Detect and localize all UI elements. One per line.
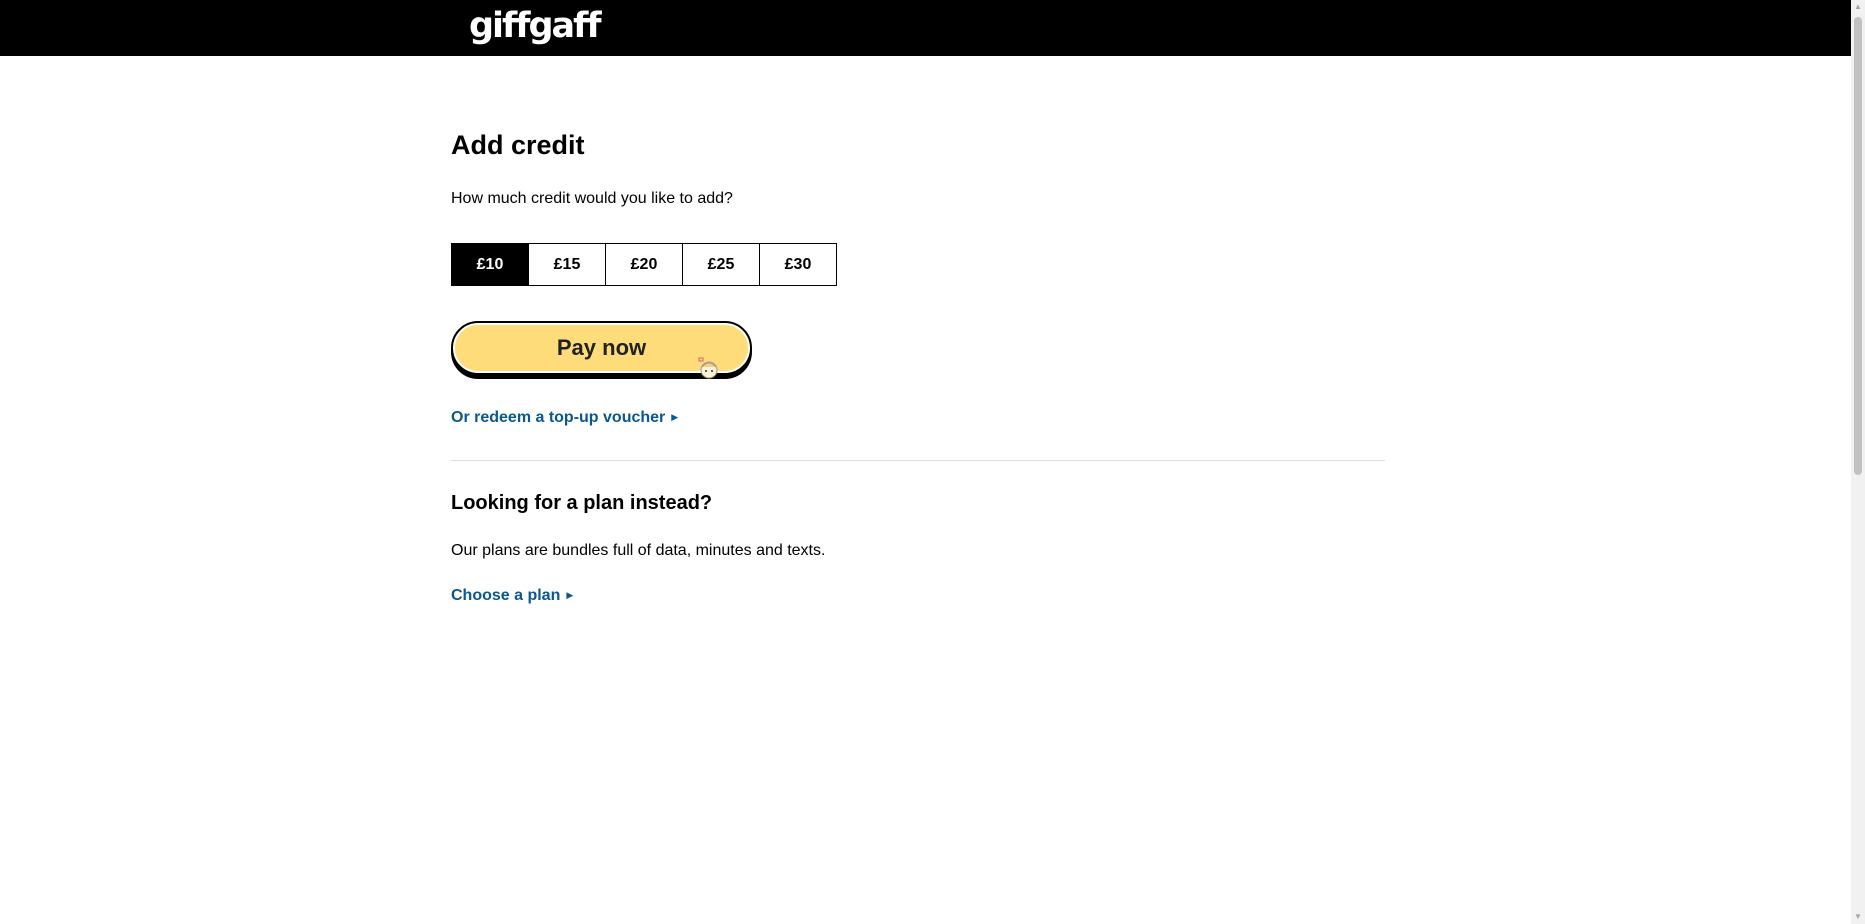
amount-option-25[interactable]: £25 xyxy=(682,244,759,285)
pay-now-label: Pay now xyxy=(556,335,647,360)
page-title: Add credit xyxy=(451,130,585,160)
site-header: giffgaff xyxy=(0,0,1851,56)
plans-heading: Looking for a plan instead? xyxy=(451,492,713,514)
amount-selector: £10 £15 £20 £25 £30 xyxy=(451,243,837,286)
amount-option-30[interactable]: £30 xyxy=(759,244,836,285)
arrow-right-icon: ▶ xyxy=(566,590,574,600)
page-scrollbar[interactable]: ▲ ▼ xyxy=(1851,0,1865,924)
mascot-icon xyxy=(698,357,718,379)
arrow-right-icon: ▶ xyxy=(671,412,679,422)
scroll-thumb[interactable] xyxy=(1854,17,1862,475)
scroll-up-icon[interactable]: ▲ xyxy=(1851,0,1865,14)
choose-plan-label: Choose a plan xyxy=(451,587,561,604)
pay-now-button[interactable]: Pay now xyxy=(451,321,752,379)
plans-description: Our plans are bundles full of data, minu… xyxy=(451,542,826,559)
redeem-voucher-link[interactable]: Or redeem a top-up voucher ▶ xyxy=(451,409,678,427)
redeem-voucher-label: Or redeem a top-up voucher xyxy=(451,409,666,426)
amount-prompt: How much credit would you like to add? xyxy=(451,190,733,207)
giffgaff-logo[interactable]: giffgaff xyxy=(469,6,602,46)
amount-option-10[interactable]: £10 xyxy=(452,244,528,285)
section-divider xyxy=(451,460,1385,461)
amount-option-20[interactable]: £20 xyxy=(605,244,682,285)
amount-option-15[interactable]: £15 xyxy=(528,244,605,285)
scroll-down-icon[interactable]: ▼ xyxy=(1851,910,1865,924)
choose-plan-link[interactable]: Choose a plan ▶ xyxy=(451,587,573,605)
